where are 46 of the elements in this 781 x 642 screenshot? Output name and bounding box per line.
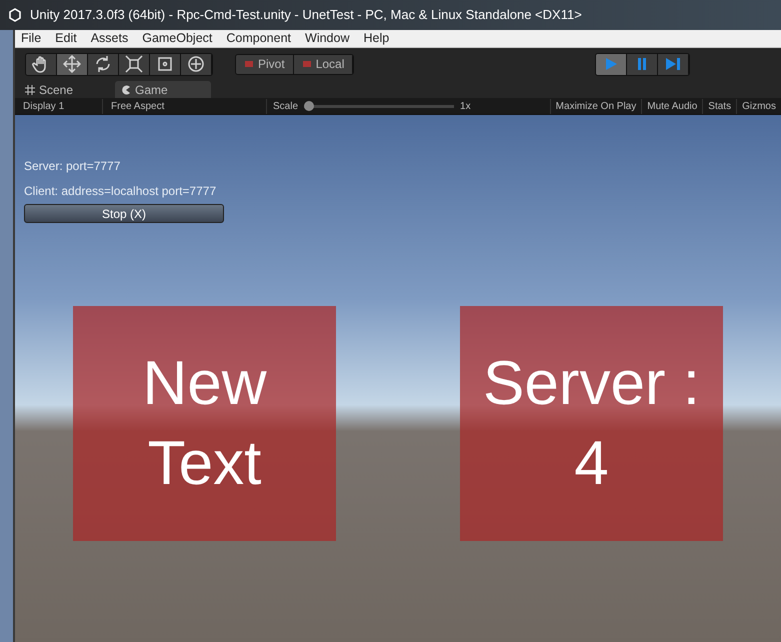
play-control-button[interactable] <box>627 54 658 74</box>
panel-text: New Text <box>141 348 268 500</box>
move-arrows-icon <box>63 55 81 73</box>
panel-text: Server : 4 <box>482 348 702 500</box>
scale-label: Scale <box>273 100 298 114</box>
menu-item[interactable]: Edit <box>55 29 77 48</box>
scale-slider[interactable] <box>304 101 454 111</box>
menu-item[interactable]: File <box>21 29 42 48</box>
status-text: Server: port=7777 <box>24 158 122 175</box>
toolbar-toggle[interactable]: Mute Audio <box>641 98 702 114</box>
grid-icon <box>25 84 35 94</box>
view-tab[interactable]: Game <box>115 81 211 98</box>
display-dropdown[interactable]: Display 1 <box>15 98 103 114</box>
toolbar-toggle[interactable]: Maximize On Play <box>550 98 642 114</box>
pivot-button[interactable]: Local <box>294 54 354 74</box>
tool-button[interactable] <box>26 54 57 74</box>
pacman-icon <box>121 84 131 94</box>
toolbar-toggle[interactable]: Gizmos <box>736 98 781 114</box>
tool-button[interactable] <box>57 54 88 74</box>
view-tab[interactable]: Scene <box>19 81 115 98</box>
tool-button[interactable] <box>150 54 181 74</box>
play-control-button[interactable] <box>658 54 690 74</box>
stop-button[interactable]: Stop (X) <box>24 204 224 223</box>
step-icon <box>665 57 682 71</box>
rect-tool-icon <box>156 55 174 73</box>
toolbar-toggle[interactable]: Stats <box>702 98 736 114</box>
scale-icon <box>125 55 143 73</box>
tool-button[interactable] <box>88 54 119 74</box>
menu-item[interactable]: GameObject <box>142 29 212 48</box>
menu-item[interactable]: Assets <box>90 29 128 48</box>
window-title: Unity 2017.3.0f3 (64bit) - Rpc-Cmd-Test.unity - UnetTest - PC, Mac & Linux Standalone <DX11> <box>30 6 582 24</box>
scale-value: 1x <box>460 100 471 114</box>
aspect-dropdown[interactable]: Free Aspect <box>103 98 267 114</box>
rotate-icon <box>94 55 112 73</box>
tool-button[interactable] <box>181 54 212 74</box>
menu-item[interactable]: Window <box>305 29 350 48</box>
pivot-button[interactable]: Pivot <box>236 54 294 74</box>
play-control-button[interactable] <box>596 54 628 74</box>
transform-icon <box>187 55 205 73</box>
status-text: Client: address=localhost port=7777 <box>24 183 218 200</box>
menu-item[interactable]: Component <box>226 29 292 48</box>
pause-icon <box>636 57 648 71</box>
unity-logo-icon <box>8 8 22 22</box>
tool-button[interactable] <box>119 54 150 74</box>
menu-item[interactable]: Help <box>363 29 390 48</box>
play-icon <box>604 57 618 71</box>
